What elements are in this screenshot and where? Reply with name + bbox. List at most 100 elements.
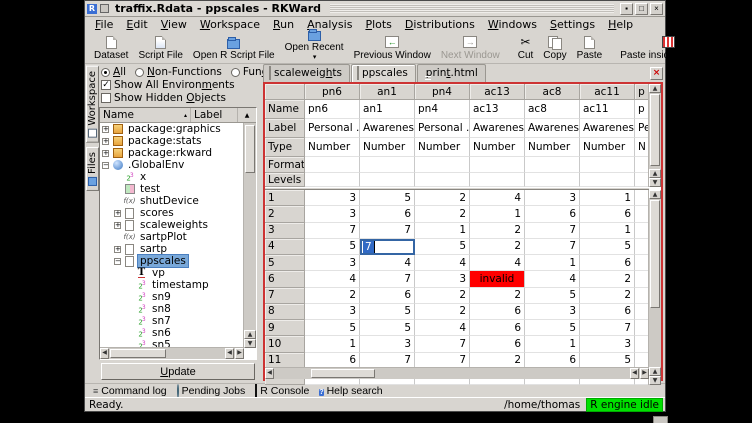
collapse-icon[interactable]: − [102,162,109,169]
meta-cell-type-p[interactable]: N [635,138,649,157]
row-header-10[interactable]: 10 [265,336,305,352]
data-cell-r2-cac8[interactable]: 6 [525,206,580,222]
menu-settings[interactable]: Settings [544,18,601,31]
meta-cell-label-ac8[interactable]: Awarenes... [525,119,580,138]
data-cell-r5-cac11[interactable]: 6 [580,255,635,271]
r-console-button[interactable]: R Console [251,385,313,397]
data-cell-r4-can1[interactable]: 7 [360,239,415,255]
tree-item-sn6[interactable]: 23sn6 [100,327,256,339]
menu-workspace[interactable]: Workspace [194,18,266,31]
meta-cell-levels-ac11[interactable] [580,173,635,187]
script-file-button[interactable]: Script File [133,32,187,62]
meta-cell-type-an1[interactable]: Number [360,138,415,157]
row-header-7[interactable]: 7 [265,288,305,304]
data-cell-r3-cac11[interactable]: 1 [580,223,635,239]
meta-cell-name-pn6[interactable]: pn6 [305,100,360,119]
tree-item-ppscales[interactable]: −ppscales [100,255,256,267]
data-cell-r4-cac11[interactable]: 5 [580,239,635,255]
pending-jobs-button[interactable]: Pending Jobs [173,385,250,397]
tool-view-tab-files[interactable]: Files [86,147,99,191]
collapse-icon[interactable]: − [114,258,121,265]
data-cell-r5-cpn6[interactable]: 3 [305,255,360,271]
data-cell-r3-cac13[interactable]: 2 [470,223,525,239]
menu-view[interactable]: View [155,18,193,31]
data-cell-partial[interactable] [635,190,649,206]
row-header-2[interactable]: 2 [265,206,305,222]
tree-scroll-up-icon[interactable]: ▲ [238,108,256,122]
data-cell-r6-cac11[interactable]: 2 [580,271,635,287]
maximize-button[interactable]: □ [635,3,648,15]
meta-cell-name-an1[interactable]: an1 [360,100,415,119]
menu-plots[interactable]: Plots [359,18,397,31]
data-vscroll-thumb[interactable] [650,200,660,308]
radio-functions[interactable] [231,68,240,77]
data-cell-r8-cac13[interactable]: 6 [470,304,525,320]
meta-cell-format-p[interactable] [635,157,649,173]
meta-cell-levels-pn6[interactable] [305,173,360,187]
meta-cell-label-p[interactable]: Pe [635,119,649,138]
data-horizontal-scrollbar[interactable]: ◀ ◀ ▶ [265,367,649,379]
expand-icon[interactable]: + [114,246,121,253]
tree-scrollbar-left-icon[interactable]: ◀ [100,348,109,359]
data-cell-r9-cpn6[interactable]: 5 [305,320,360,336]
data-cell-r3-cac8[interactable]: 7 [525,223,580,239]
meta-cell-levels-pn4[interactable] [415,173,470,187]
radio-all[interactable] [101,68,110,77]
data-cell-r7-cpn6[interactable]: 2 [305,288,360,304]
meta-cell-type-ac13[interactable]: Number [470,138,525,157]
data-cell-r5-can1[interactable]: 4 [360,255,415,271]
meta-cell-name-ac11[interactable]: ac11 [580,100,635,119]
meta-vscroll-thumb[interactable] [650,94,660,166]
open-r-script-file-button[interactable]: Open R Script File [188,32,280,62]
tree-item-timestamp[interactable]: 23timestamp [100,279,256,291]
dataset-button[interactable]: Dataset [89,32,133,62]
cut-button[interactable]: ✂Cut [513,32,539,62]
data-cell-r1-cpn6[interactable]: 3 [305,190,360,206]
update-button[interactable]: Update [101,363,255,380]
data-cell-partial[interactable] [635,271,649,287]
data-cell-r7-cac13[interactable]: 2 [470,288,525,304]
paste-button[interactable]: Paste [572,32,608,62]
data-cell-r6-cac8[interactable]: 4 [525,271,580,287]
column-header-ac11[interactable]: ac11 [580,84,635,100]
row-header-6[interactable]: 6 [265,271,305,287]
data-cell-partial[interactable] [635,255,649,271]
data-cell-r1-can1[interactable]: 5 [360,190,415,206]
previous-window-button[interactable]: ←Previous Window [349,32,436,62]
data-scrollbar-left-icon[interactable]: ◀ [265,368,274,379]
tree-item-sn7[interactable]: 23sn7 [100,315,256,327]
meta-cell-label-pn6[interactable]: Personal ... [305,119,360,138]
tree-scrollbar-right-icon[interactable]: ▶ [235,348,244,359]
radio-non-functions[interactable] [135,68,144,77]
data-cell-r5-cpn4[interactable]: 4 [415,255,470,271]
title-bar[interactable]: R traffix.Rdata - ppscales - RKWard ▪□× [85,1,665,17]
meta-cell-levels-ac13[interactable] [470,173,525,187]
data-vertical-scrollbar[interactable]: ▲ ▲ ▼ [648,190,661,385]
data-cell-r5-cac13[interactable]: 4 [470,255,525,271]
data-cell-r1-cac13[interactable]: 4 [470,190,525,206]
meta-cell-format-ac13[interactable] [470,157,525,173]
tree-item-sn8[interactable]: 23sn8 [100,303,256,315]
paste-inside-selection-button[interactable]: Paste inside selection [615,32,722,62]
close-button[interactable]: × [650,3,663,15]
toolbar-overflow-button[interactable]: » [722,42,734,53]
menu-windows[interactable]: Windows [482,18,543,31]
tree-item-shutDevice[interactable]: f(x)shutDevice [100,195,256,207]
meta-cell-name-ac8[interactable]: ac8 [525,100,580,119]
data-cell-partial[interactable] [635,239,649,255]
data-cell-r6-cac13[interactable]: invalid [470,271,525,287]
expand-icon[interactable]: + [102,126,109,133]
tree-item-test[interactable]: test [100,183,256,195]
meta-cell-type-pn4[interactable]: Number [415,138,470,157]
row-header-9[interactable]: 9 [265,320,305,336]
data-scrollbar-up-icon[interactable]: ▲ [649,190,661,199]
tab-scaleweights[interactable]: scaleweights [263,64,350,82]
column-header-p[interactable]: p [635,84,649,100]
data-cell-r10-can1[interactable]: 3 [360,336,415,352]
data-cell-r10-cac11[interactable]: 3 [580,336,635,352]
data-cell-r4-cpn6[interactable]: 5 [305,239,360,255]
data-cell-r7-cpn4[interactable]: 2 [415,288,470,304]
metadata-vertical-scrollbar[interactable]: ▲ ▲ ▼ [648,84,661,187]
tree-horizontal-scrollbar[interactable]: ◀ ◀ ▶ [100,347,244,359]
tree-item-package-rkward[interactable]: +package:rkward [100,147,256,159]
